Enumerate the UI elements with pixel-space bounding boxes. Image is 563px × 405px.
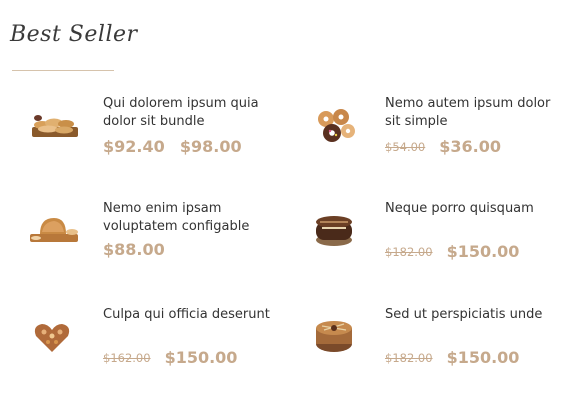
product-name[interactable]: Qui dolorem ipsum quia dolor sit bundle: [103, 95, 278, 131]
product-card: Neque porro quisquam $182.00 $150.00: [310, 200, 563, 295]
current-price: $150.00: [446, 242, 520, 261]
product-name[interactable]: Nemo enim ipsam voluptatem configable: [103, 200, 278, 236]
price-to: $98.00: [179, 137, 242, 156]
price-row: $88.00: [103, 240, 165, 259]
price-row: $182.00 $150.00: [385, 348, 519, 367]
product-name[interactable]: Culpa qui officia deserunt: [103, 306, 278, 324]
product-card: Nemo autem ipsum dolor sit simple $54.00…: [310, 95, 563, 190]
best-seller-grid: Qui dolorem ipsum quia dolor sit bundle …: [0, 0, 563, 405]
old-price: $182.00: [385, 245, 433, 259]
round-cake-image[interactable]: [310, 314, 364, 360]
current-price: $36.00: [439, 137, 501, 156]
product-card: Qui dolorem ipsum quia dolor sit bundle …: [28, 95, 283, 190]
old-price: $54.00: [385, 140, 426, 154]
old-price: $162.00: [103, 351, 151, 365]
bread-board-image[interactable]: [28, 103, 82, 149]
old-price: $182.00: [385, 351, 433, 365]
product-name[interactable]: Nemo autem ipsum dolor sit simple: [385, 95, 560, 131]
loaf-image[interactable]: [28, 208, 82, 254]
product-name[interactable]: Sed ut perspiciatis unde: [385, 306, 560, 324]
product-card: Sed ut perspiciatis unde $182.00 $150.00: [310, 306, 563, 401]
product-name[interactable]: Neque porro quisquam: [385, 200, 560, 218]
price-row: $162.00 $150.00: [103, 348, 237, 367]
price-from: $92.40: [103, 137, 165, 156]
product-card: Culpa qui officia deserunt $162.00 $150.0…: [28, 306, 283, 401]
heart-cake-image[interactable]: [28, 314, 82, 360]
current-price: $150.00: [446, 348, 520, 367]
price-row: $54.00 $36.00: [385, 137, 501, 156]
chocolate-cake-image[interactable]: [310, 208, 364, 254]
product-card: Nemo enim ipsam voluptatem configable $8…: [28, 200, 283, 295]
price-range: $92.40 $98.00: [103, 137, 242, 156]
price-row: $182.00 $150.00: [385, 242, 519, 261]
current-price: $88.00: [103, 240, 165, 259]
donuts-image[interactable]: [310, 103, 364, 149]
current-price: $150.00: [164, 348, 238, 367]
